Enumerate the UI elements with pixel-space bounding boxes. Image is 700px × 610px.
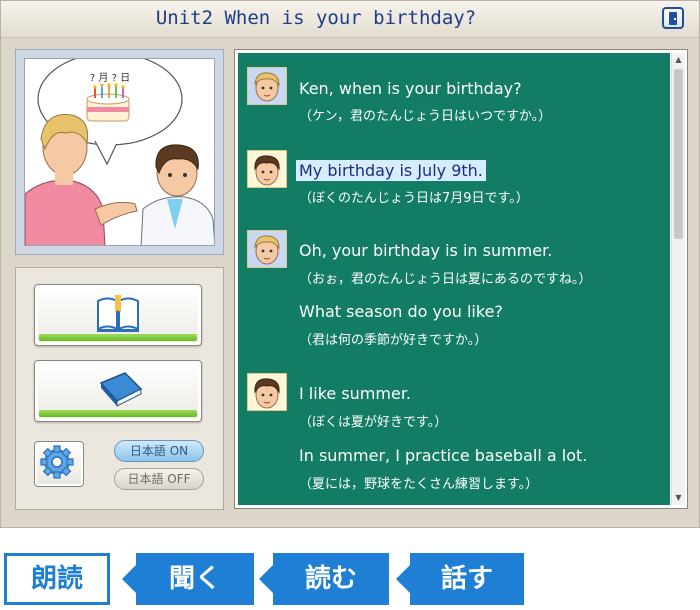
app-window: Unit2 When is your birthday? ? 月 ? 日 日本語… [0,0,700,528]
door-exit-icon[interactable] [662,7,684,29]
dialogue-panel: Ken, when is your birthday? （ケン，君のたんじょう日… [234,49,688,509]
scene-illustration: ? 月 ? 日 [15,49,224,255]
message-2-japanese: （ぼくのたんじょう日は7月9日です。） [299,191,529,206]
scroll-down-arrow-icon[interactable]: ▼ [672,491,685,505]
message-3-japanese-2: （君は何の季節が好きですか。） [299,333,488,348]
message-3-english-2: What season do you like? [299,302,503,321]
settings-button[interactable] [34,441,84,487]
scene-drawing: ? 月 ? 日 [25,59,214,245]
message-3-japanese: （おぉ，君のたんじょう日は夏にあるのですね。） [299,272,592,287]
control-panel: 日本語 ON 日本語 OFF [15,267,224,510]
message-1-japanese: （ケン，君のたんじょう日はいつですか。） [299,109,552,124]
bubble-date-text: ? 月 ? 日 [90,72,130,84]
tab-listen[interactable]: 聞く [122,553,254,605]
open-book-icon [97,295,139,332]
message-3-english: Oh, your birthday is in summer. [299,241,553,260]
dark-haired-boy-avatar-icon[interactable] [247,373,287,411]
scroll-up-arrow-icon[interactable]: ▲ [672,53,685,67]
gear-icon [40,445,74,479]
blond-boy-avatar-icon[interactable] [247,67,287,105]
closed-book-icon [99,372,143,407]
title-bar: Unit2 When is your birthday? [1,1,699,38]
message-2-english[interactable]: My birthday is July 9th. [296,160,486,181]
dialogue-scrollbar[interactable]: ▲ ▼ [671,53,685,505]
message-4-english: I like summer. [299,384,412,403]
message-4-japanese: （ぼくは夏が好きです。） [299,415,448,430]
message-4-english-2: In summer, I practice baseball a lot. [299,446,588,465]
japanese-off-toggle[interactable]: 日本語 OFF [114,468,204,490]
dialogue-list: Ken, when is your birthday? （ケン，君のたんじょう日… [238,53,670,505]
dark-haired-boy-figure [140,144,214,245]
textbook-button[interactable] [34,360,202,422]
tab-read[interactable]: 読む [259,553,389,605]
dark-haired-boy-avatar-icon[interactable] [247,150,287,188]
japanese-on-toggle[interactable]: 日本語 ON [114,440,204,462]
scroll-thumb[interactable] [674,69,683,239]
mode-tabs: 朗読 聞く 読む 話す [0,546,700,610]
window-title: Unit2 When is your birthday? [155,7,477,29]
read-text-button[interactable] [34,284,202,346]
highlighted-sentence: My birthday is July 9th. [296,160,486,181]
message-1-english: Ken, when is your birthday? [299,79,522,98]
message-4-japanese-2: （夏には，野球をたくさん練習します。） [299,477,539,492]
tab-read-aloud[interactable]: 朗読 [4,553,110,605]
blond-boy-avatar-icon[interactable] [247,230,287,268]
tab-speak[interactable]: 話す [396,553,524,605]
